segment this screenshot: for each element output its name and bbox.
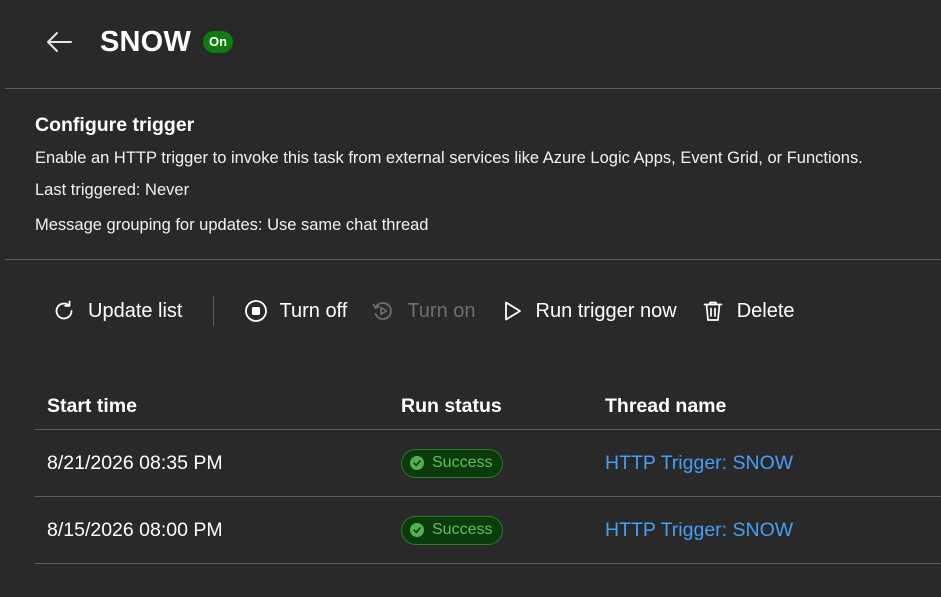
update-list-label: Update list <box>88 299 183 322</box>
turn-off-button[interactable]: Turn off <box>232 290 360 332</box>
last-triggered-text: Last triggered: Never <box>35 181 190 199</box>
arrow-left-icon <box>47 32 72 52</box>
thread-name-cell: HTTP Trigger: SNOW <box>593 452 941 475</box>
run-trigger-now-label: Run trigger now <box>535 299 677 322</box>
turn-off-label: Turn off <box>279 299 348 322</box>
page-title: SNOW <box>100 26 192 58</box>
column-header-start-time[interactable]: Start time <box>35 395 389 418</box>
checkmark-icon <box>410 523 424 537</box>
turn-on-label: Turn on <box>407 299 476 322</box>
config-divider <box>5 259 941 260</box>
run-trigger-now-button[interactable]: Run trigger now <box>488 290 689 332</box>
configure-trigger-section: Configure trigger Enable an HTTP trigger… <box>35 114 935 235</box>
success-badge: Success <box>401 448 504 478</box>
refresh-icon <box>52 299 76 323</box>
thread-link[interactable]: HTTP Trigger: SNOW <box>605 519 793 541</box>
start-time-cell: 8/15/2026 08:00 PM <box>47 518 223 541</box>
section-heading: Configure trigger <box>35 114 195 136</box>
play-icon <box>500 299 524 323</box>
status-text: Success <box>432 521 493 538</box>
update-list-button[interactable]: Update list <box>40 290 195 332</box>
status-text: Success <box>432 454 493 471</box>
table-row[interactable]: 8/15/2026 08:00 PM Success HTTP Trigger:… <box>35 497 941 564</box>
delete-label: Delete <box>736 299 795 322</box>
command-toolbar: Update list Turn off Turn on Run trigger <box>40 290 920 332</box>
column-header-thread-name[interactable]: Thread name <box>593 395 941 418</box>
header-divider <box>5 88 941 89</box>
status-badge: On <box>203 31 234 53</box>
trash-icon <box>701 299 725 323</box>
table-row[interactable]: 8/21/2026 08:35 PM Success HTTP Trigger:… <box>35 430 941 497</box>
message-grouping-text: Message grouping for updates: Use same c… <box>35 216 429 234</box>
start-time-cell: 8/21/2026 08:35 PM <box>47 451 223 474</box>
stop-circle-icon <box>244 299 268 323</box>
success-badge: Success <box>401 515 504 545</box>
thread-name-cell: HTTP Trigger: SNOW <box>593 519 941 542</box>
column-header-run-status[interactable]: Run status <box>389 395 593 418</box>
trigger-description: Enable an HTTP trigger to invoke this ta… <box>35 149 863 167</box>
thread-link[interactable]: HTTP Trigger: SNOW <box>605 452 793 474</box>
table-header: Start time Run status Thread name <box>35 384 941 430</box>
turn-on-button[interactable]: Turn on <box>359 290 487 332</box>
run-status-cell: Success <box>389 515 593 545</box>
back-button[interactable] <box>44 28 74 56</box>
page-header: SNOW On <box>0 0 941 88</box>
checkmark-icon <box>410 456 424 470</box>
run-history-table: Start time Run status Thread name 8/21/2… <box>35 384 941 564</box>
run-status-cell: Success <box>389 448 593 478</box>
delete-button[interactable]: Delete <box>689 290 807 332</box>
play-circle-icon <box>371 299 395 323</box>
toolbar-separator <box>212 296 214 326</box>
